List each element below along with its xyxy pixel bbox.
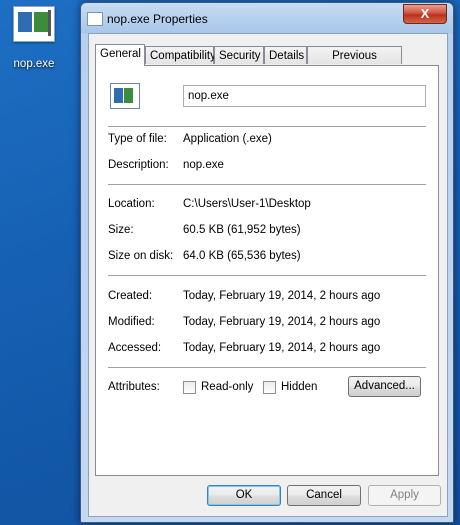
desktop-icon-label: nop.exe: [13, 58, 55, 70]
apply-button[interactable]: Apply: [368, 485, 441, 506]
file-name-input[interactable]: [183, 85, 426, 107]
size-on-disk-value: 64.0 KB (65,536 bytes): [183, 250, 301, 262]
type-of-file-value: Application (.exe): [183, 133, 272, 145]
close-button[interactable]: X: [403, 4, 447, 24]
cancel-button[interactable]: Cancel: [287, 485, 361, 506]
tab-general[interactable]: General: [95, 44, 145, 66]
created-value: Today, February 19, 2014, 2 hours ago: [183, 290, 381, 302]
attributes-label: Attributes:: [108, 381, 160, 393]
readonly-label[interactable]: Read-only: [201, 381, 253, 393]
divider: [108, 367, 426, 369]
tab-security[interactable]: Security: [214, 46, 264, 64]
divider: [108, 126, 426, 128]
description-value: nop.exe: [183, 159, 224, 171]
window-title: nop.exe Properties: [107, 12, 208, 26]
properties-window: nop.exe Properties X General Compatibili…: [80, 2, 454, 523]
type-of-file-label: Type of file:: [108, 133, 167, 145]
location-label: Location:: [108, 198, 155, 210]
accessed-label: Accessed:: [108, 342, 162, 354]
tab-previous-versions[interactable]: Previous Versions: [307, 46, 402, 80]
size-on-disk-label: Size on disk:: [108, 250, 174, 262]
description-label: Description:: [108, 159, 169, 171]
location-value: C:\Users\User-1\Desktop: [183, 198, 311, 210]
advanced-button[interactable]: Advanced...: [348, 376, 421, 397]
file-icon: [110, 83, 140, 109]
tab-details[interactable]: Details: [264, 46, 307, 64]
close-icon: X: [420, 6, 430, 21]
general-tab-panel: Type of file: Application (.exe) Descrip…: [95, 65, 439, 476]
divider: [108, 184, 426, 186]
modified-value: Today, February 19, 2014, 2 hours ago: [183, 316, 381, 328]
readonly-checkbox[interactable]: [183, 381, 196, 394]
application-icon: [87, 12, 103, 26]
created-label: Created:: [108, 290, 153, 302]
size-label: Size:: [108, 224, 134, 236]
title-bar[interactable]: nop.exe Properties X: [81, 3, 453, 33]
ok-button[interactable]: OK: [207, 485, 281, 506]
accessed-value: Today, February 19, 2014, 2 hours ago: [183, 342, 381, 354]
application-icon: [13, 6, 55, 42]
tab-compatibility[interactable]: Compatibility: [145, 46, 216, 64]
hidden-checkbox[interactable]: [263, 381, 276, 394]
modified-label: Modified:: [108, 316, 155, 328]
size-value: 60.5 KB (61,952 bytes): [183, 224, 301, 236]
dialog-client: General Compatibility Security Details P…: [88, 33, 448, 517]
desktop-icon-nop-exe[interactable]: nop.exe: [8, 6, 60, 70]
divider: [108, 275, 426, 277]
hidden-label[interactable]: Hidden: [281, 381, 317, 393]
